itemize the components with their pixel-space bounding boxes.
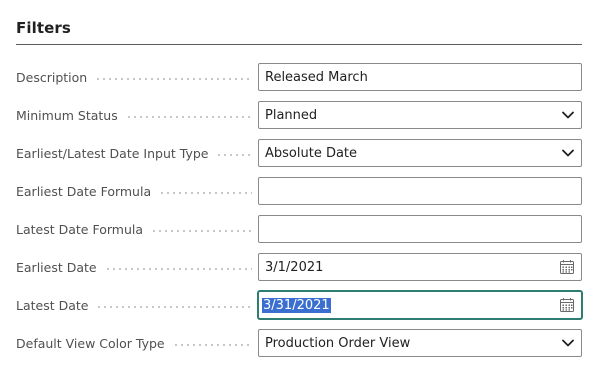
description-input[interactable]: Released March — [258, 63, 582, 91]
earliest-date-value: 3/1/2021 — [265, 259, 324, 275]
field-row-latest-date-formula: Latest Date Formula — [16, 215, 582, 243]
minimum-status-label: Minimum Status — [16, 107, 118, 123]
chevron-down-icon — [561, 336, 575, 350]
latest-date-label: Latest Date — [16, 297, 89, 313]
label-leader-dots — [172, 329, 252, 357]
date-input-type-select[interactable]: Absolute Date — [258, 139, 582, 167]
label-leader-dots — [159, 177, 252, 205]
default-view-color-type-label: Default View Color Type — [16, 335, 165, 351]
minimum-status-value: Planned — [265, 107, 318, 123]
label-leader-dots — [125, 101, 252, 129]
default-view-color-type-value: Production Order View — [265, 335, 411, 351]
description-value: Released March — [265, 69, 368, 85]
earliest-date-formula-input[interactable] — [258, 177, 582, 205]
field-row-earliest-date-formula: Earliest Date Formula — [16, 177, 582, 205]
label-leader-dots — [216, 139, 252, 167]
section-divider — [16, 44, 582, 45]
minimum-status-select[interactable]: Planned — [258, 101, 582, 129]
label-leader-dots — [96, 291, 252, 319]
calendar-icon[interactable] — [559, 259, 575, 275]
field-row-date-input-type: Earliest/Latest Date Input Type Absolute… — [16, 139, 582, 167]
field-row-default-view-color-type: Default View Color Type Production Order… — [16, 329, 582, 357]
latest-date-value: 3/31/2021 — [262, 297, 331, 313]
label-leader-dots — [104, 253, 252, 281]
earliest-date-input[interactable]: 3/1/2021 — [258, 253, 582, 281]
label-leader-dots — [95, 63, 252, 91]
latest-date-formula-label: Latest Date Formula — [16, 221, 143, 237]
earliest-date-formula-label: Earliest Date Formula — [16, 183, 152, 199]
calendar-icon[interactable] — [559, 297, 575, 313]
chevron-down-icon — [561, 108, 575, 122]
default-view-color-type-select[interactable]: Production Order View — [258, 329, 582, 357]
field-row-minimum-status: Minimum Status Planned — [16, 101, 582, 129]
field-row-latest-date: Latest Date 3/31/2021 — [16, 291, 582, 319]
section-title: Filters — [16, 19, 71, 37]
latest-date-input[interactable]: 3/31/2021 — [258, 291, 582, 319]
description-label: Description — [16, 69, 88, 85]
chevron-down-icon — [561, 146, 575, 160]
earliest-date-label: Earliest Date — [16, 259, 97, 275]
date-input-type-label: Earliest/Latest Date Input Type — [16, 145, 209, 161]
field-row-description: Description Released March — [16, 63, 582, 91]
latest-date-formula-input[interactable] — [258, 215, 582, 243]
label-leader-dots — [151, 215, 252, 243]
field-row-earliest-date: Earliest Date 3/1/2021 — [16, 253, 582, 281]
date-input-type-value: Absolute Date — [265, 145, 358, 161]
